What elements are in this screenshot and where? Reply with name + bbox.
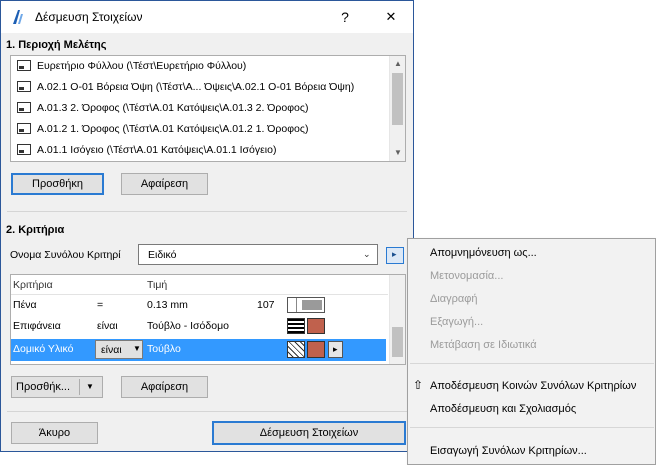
criterion-operator: είναι xyxy=(97,320,118,332)
scroll-up-icon[interactable]: ▲ xyxy=(394,59,402,68)
operator-value: είναι xyxy=(101,344,122,356)
study-area-heading: 1. Περιοχή Μελέτης xyxy=(6,39,107,51)
close-button[interactable]: ✕ xyxy=(381,7,401,27)
help-button[interactable]: ? xyxy=(335,7,355,27)
title-bar[interactable]: Δέσμευση Στοιχείων ? ✕ xyxy=(1,1,413,33)
arrow-right-icon: ▸ xyxy=(392,249,397,259)
list-item-label: Ευρετήριο Φύλλου (\Τέστ\Ευρετήριο Φύλλου… xyxy=(37,60,247,72)
chevron-down-icon[interactable]: ▼ xyxy=(86,377,94,397)
remove-criterion-button[interactable]: Αφαίρεση xyxy=(121,376,208,398)
cancel-button[interactable]: Άκυρο xyxy=(11,422,98,444)
view-icon xyxy=(17,81,31,92)
view-icon xyxy=(17,123,31,134)
menu-item-rename: Μετονομασία... xyxy=(430,270,504,282)
add-study-area-button[interactable]: Προσθήκη xyxy=(11,173,104,195)
menu-item-export: Εξαγωγή... xyxy=(430,316,484,328)
menu-item-release-and-comment[interactable]: Αποδέσμευση και Σχολιασμός xyxy=(430,403,576,415)
remove-study-area-button[interactable]: Αφαίρεση xyxy=(121,173,208,195)
surface-color-swatch[interactable] xyxy=(307,318,325,334)
fill-pattern-icon[interactable] xyxy=(287,318,305,334)
chevron-down-icon: ⌄ xyxy=(363,249,371,259)
column-header-value: Τιμή xyxy=(147,279,168,291)
chevron-down-icon: ▼ xyxy=(133,344,141,353)
list-item-label: A.01.3 2. Όροφος (\Τέστ\A.01 Κατόψεις\A.… xyxy=(37,102,309,114)
pen-index: 107 xyxy=(257,299,275,311)
study-area-list[interactable]: Ευρετήριο Φύλλου (\Τέστ\Ευρετήριο Φύλλου… xyxy=(10,55,406,162)
criteria-set-context-menu: Απομνημόνευση ως... Μετονομασία... Διαγρ… xyxy=(407,238,656,465)
list-item[interactable]: A.01.1 Ισόγειο (\Τέστ\A.01 Κατόψεις\A.01… xyxy=(11,140,389,161)
section-divider xyxy=(7,211,407,212)
material-color-swatch[interactable] xyxy=(307,341,325,358)
scroll-thumb[interactable] xyxy=(392,327,403,357)
criteria-heading: 2. Κριτήρια xyxy=(6,224,65,236)
menu-item-save-as[interactable]: Απομνημόνευση ως... xyxy=(430,247,537,259)
menu-item-make-private: Μετάβαση σε Ιδιωτικά xyxy=(430,339,537,351)
pen-color-swatch xyxy=(302,300,322,310)
column-header-criterion: Κριτήρια xyxy=(13,279,53,291)
footer-divider xyxy=(7,411,407,412)
list-item-label: A.02.1 Ο-01 Βόρεια Όψη (\Τέστ\A... Όψεις… xyxy=(37,81,355,93)
list-item-label: A.01.2 1. Όροφος (\Τέστ\A.01 Κατόψεις\A.… xyxy=(37,123,309,135)
operator-dropdown[interactable]: είναι ▼ xyxy=(95,340,143,359)
criteria-set-menu-button[interactable]: ▸ xyxy=(386,247,404,264)
scroll-thumb[interactable] xyxy=(392,73,403,125)
menu-item-release-shared-sets[interactable]: Αποδέσμευση Κοινών Συνόλων Κριτηρίων xyxy=(430,380,636,392)
list-item[interactable]: A.02.1 Ο-01 Βόρεια Όψη (\Τέστ\A... Όψεις… xyxy=(11,77,389,98)
list-item[interactable]: A.01.3 2. Όροφος (\Τέστ\A.01 Κατόψεις\A.… xyxy=(11,98,389,119)
study-list-scrollbar[interactable]: ▲ ▼ xyxy=(389,56,405,161)
criterion-name: Πένα xyxy=(13,299,37,311)
criterion-name: Δομικό Υλικό xyxy=(13,343,74,355)
dialog-title: Δέσμευση Στοιχείων xyxy=(35,10,143,24)
list-item[interactable]: Ευρετήριο Φύλλου (\Τέστ\Ευρετήριο Φύλλου… xyxy=(11,56,389,77)
menu-separator xyxy=(410,363,654,364)
menu-item-delete: Διαγραφή xyxy=(430,293,478,305)
view-icon xyxy=(17,144,31,155)
menu-item-import-sets[interactable]: Εισαγωγή Συνόλων Κριτηρίων... xyxy=(430,445,587,457)
criterion-value: 0.13 mm xyxy=(147,299,188,311)
criteria-set-name-label: Ονομα Συνόλου Κριτηρί xyxy=(10,249,121,261)
scroll-down-icon[interactable]: ▼ xyxy=(394,148,402,157)
criteria-row[interactable]: Πένα = 0.13 mm 107 xyxy=(11,295,386,316)
criteria-set-value: Ειδικό xyxy=(148,249,177,261)
bind-elements-dialog: Δέσμευση Στοιχείων ? ✕ 1. Περιοχή Μελέτη… xyxy=(0,0,414,452)
material-picker-button[interactable]: ▸ xyxy=(328,341,343,358)
split-divider xyxy=(79,379,80,395)
criterion-value: Τούβλο - Ισόδομο xyxy=(147,320,229,332)
add-criterion-split-button[interactable]: Προσθήκ... ▼ xyxy=(11,376,103,398)
pen-swatch[interactable] xyxy=(287,297,325,313)
view-icon xyxy=(17,102,31,113)
arrow-right-icon: ▸ xyxy=(333,344,338,354)
criteria-row-selected[interactable]: Δομικό Υλικό είναι ▼ Τούβλο ▸ xyxy=(11,339,386,361)
add-criterion-label: Προσθήκ... xyxy=(16,381,71,393)
menu-separator xyxy=(410,427,654,428)
hatch-pattern-icon[interactable] xyxy=(287,341,305,358)
archicad-logo-icon xyxy=(13,10,23,24)
bind-elements-button[interactable]: Δέσμευση Στοιχείων xyxy=(212,421,406,445)
criteria-set-dropdown[interactable]: Ειδικό ⌄ xyxy=(138,244,378,265)
criteria-scrollbar[interactable] xyxy=(389,275,405,364)
layout-icon xyxy=(17,60,31,71)
list-item[interactable]: A.01.2 1. Όροφος (\Τέστ\A.01 Κατόψεις\A.… xyxy=(11,119,389,140)
criteria-table[interactable]: Κριτήρια Τιμή Πένα = 0.13 mm 107 Επιφάνε… xyxy=(10,274,406,365)
criteria-row[interactable]: Επιφάνεια είναι Τούβλο - Ισόδομο xyxy=(11,316,386,337)
criterion-name: Επιφάνεια xyxy=(13,320,61,332)
criteria-header-row: Κριτήρια Τιμή xyxy=(11,275,386,296)
criterion-operator: = xyxy=(97,299,104,311)
pen-line-icon xyxy=(296,298,297,312)
criterion-value: Τούβλο xyxy=(147,343,181,355)
arrow-up-outline-icon: ⇧ xyxy=(413,378,424,392)
list-item-label: A.01.1 Ισόγειο (\Τέστ\A.01 Κατόψεις\A.01… xyxy=(37,144,277,156)
